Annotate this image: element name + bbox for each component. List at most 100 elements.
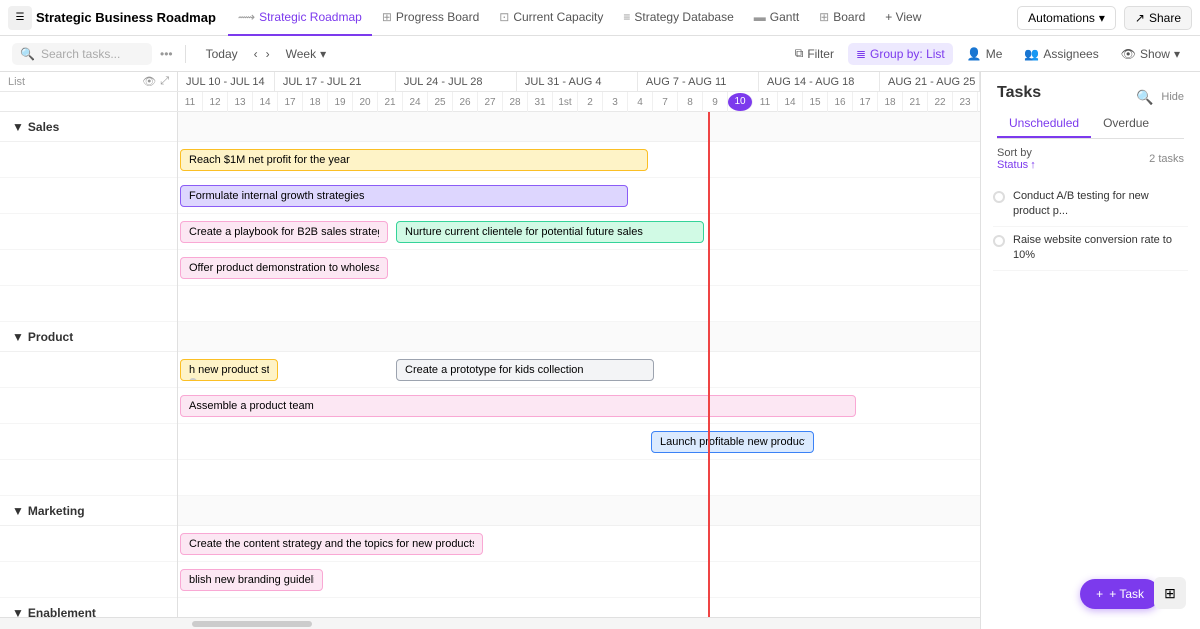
day-19: 19 xyxy=(328,92,353,112)
task-item-0[interactable]: Conduct A/B testing for new product p... xyxy=(993,183,1188,227)
tasks-title: Tasks xyxy=(997,84,1041,102)
group-label-marketing[interactable]: ▼ Marketing xyxy=(0,496,177,526)
gantt-row-reach-1m[interactable]: Reach $1M net profit for the year xyxy=(178,142,980,178)
tab-current-capacity[interactable]: ⊡ Current Capacity xyxy=(489,0,613,36)
bar-nurture[interactable]: Nurture current clientele for potential … xyxy=(396,221,704,243)
expand-icon[interactable]: ⤢ xyxy=(160,75,169,88)
search-input[interactable]: 🔍 Search tasks... xyxy=(12,43,152,65)
collapse-icon-marketing: ▼ xyxy=(12,504,24,518)
tab-strategic-roadmap[interactable]: ⟿ Strategic Roadmap xyxy=(228,0,372,36)
task-text-1: Raise website conversion rate to 10% xyxy=(1013,233,1188,264)
bar-playbook[interactable]: Create a playbook for B2B sales strategy xyxy=(180,221,388,243)
group-label-product[interactable]: ▼ Product xyxy=(0,322,177,352)
day-1st: 1st xyxy=(553,92,578,112)
day-21: 21 xyxy=(378,92,403,112)
tab-board[interactable]: ⊞ Board xyxy=(809,0,875,36)
task-radio-0[interactable] xyxy=(993,191,1005,203)
day-26: 26 xyxy=(453,92,478,112)
scroll-thumb[interactable] xyxy=(192,621,312,627)
tab-overdue[interactable]: Overdue xyxy=(1091,110,1161,138)
week-jul10: JUL 10 - JUL 14 xyxy=(178,72,275,91)
task-item-1[interactable]: Raise website conversion rate to 10% xyxy=(993,227,1188,271)
day-21b: 21 xyxy=(903,92,928,112)
week-button[interactable]: Week ▾ xyxy=(278,43,335,65)
bar-prototype[interactable]: Create a prototype for kids collection xyxy=(396,359,654,381)
group-by-button[interactable]: ≣ Group by: List xyxy=(848,43,953,65)
show-icon: 👁 xyxy=(1121,47,1136,61)
tab-strategy-database[interactable]: ≡ Strategy Database xyxy=(613,0,743,36)
show-button[interactable]: 👁 Show ▾ xyxy=(1113,43,1188,65)
task-label-formulate xyxy=(0,178,177,214)
bar-formulate[interactable]: Formulate internal growth strategies xyxy=(180,185,628,207)
group-label-sales[interactable]: ▼ Sales xyxy=(0,112,177,142)
ellipsis-icon[interactable]: ••• xyxy=(160,47,173,61)
gantt-marketing-header xyxy=(178,496,980,526)
board-icon: ⊞ xyxy=(819,10,829,24)
task-label-playbook xyxy=(0,214,177,250)
task-label-prototype xyxy=(0,388,177,424)
gantt-row-new-product[interactable]: h new product strate... Create a prototy… xyxy=(178,352,980,388)
bar-assemble[interactable]: Assemble a product team xyxy=(180,395,856,417)
sort-status-button[interactable]: Status ↑ xyxy=(997,159,1036,171)
eye-icon[interactable]: 👁 xyxy=(142,75,156,88)
week-aug14: AUG 14 - AUG 18 xyxy=(759,72,880,91)
day-16: 16 xyxy=(828,92,853,112)
collapse-icon-enablement: ▼ xyxy=(12,606,24,618)
tab-gantt[interactable]: ▬ Gantt xyxy=(744,0,809,36)
bar-launch[interactable]: Launch profitable new products wi... xyxy=(651,431,814,453)
bar-branding[interactable]: blish new branding guidelines f... xyxy=(180,569,323,591)
nav-left-icon[interactable]: ‹ xyxy=(254,47,258,61)
automations-button[interactable]: Automations ▾ xyxy=(1017,6,1116,30)
gantt-row-launch[interactable]: Launch profitable new products wi... xyxy=(178,424,980,460)
date-header-days: 11 12 13 14 17 18 19 20 21 24 25 26 27 2… xyxy=(0,92,980,112)
day-7: 7 xyxy=(653,92,678,112)
day-28: 28 xyxy=(503,92,528,112)
gantt-row-playbook[interactable]: Create a playbook for B2B sales strategy… xyxy=(178,214,980,250)
task-radio-1[interactable] xyxy=(993,235,1005,247)
bar-reach-1m[interactable]: Reach $1M net profit for the year xyxy=(180,149,648,171)
bar-new-product[interactable]: h new product strate... xyxy=(180,359,278,381)
tab-unscheduled[interactable]: Unscheduled xyxy=(997,110,1091,138)
gantt-row-content[interactable]: Create the content strategy and the topi… xyxy=(178,526,980,562)
nav-tabs: ⟿ Strategic Roadmap ⊞ Progress Board ⊡ C… xyxy=(228,0,932,36)
assignees-icon: 👥 xyxy=(1024,47,1039,61)
me-button[interactable]: 👤 Me xyxy=(959,43,1011,65)
bar-content[interactable]: Create the content strategy and the topi… xyxy=(180,533,483,555)
day-3: 3 xyxy=(603,92,628,112)
assignees-button[interactable]: 👥 Assignees xyxy=(1016,43,1106,65)
tasks-search-icon[interactable]: 🔍 xyxy=(1136,89,1153,106)
day-11b: 11 xyxy=(753,92,778,112)
nav-right: Automations ▾ ↗ Share xyxy=(1017,6,1192,30)
week-jul17: JUL 17 - JUL 21 xyxy=(275,72,396,91)
grid-icon: ⊞ xyxy=(1164,585,1176,602)
list-column-spacer xyxy=(0,92,178,111)
gantt-row-offer[interactable]: Offer product demonstration to wholesale… xyxy=(178,250,980,286)
tab-progress-board[interactable]: ⊞ Progress Board xyxy=(372,0,489,36)
tab-add-view[interactable]: + View xyxy=(875,0,931,36)
week-jul24: JUL 24 - JUL 28 xyxy=(396,72,517,91)
date-week-groups: JUL 10 - JUL 14 JUL 17 - JUL 21 JUL 24 -… xyxy=(178,72,980,91)
separator xyxy=(185,45,186,63)
day-17: 17 xyxy=(278,92,303,112)
add-task-button[interactable]: + + Task xyxy=(1080,579,1160,609)
share-button[interactable]: ↗ Share xyxy=(1124,6,1192,30)
day-18: 18 xyxy=(303,92,328,112)
group-label-enablement[interactable]: ▼ Enablement xyxy=(0,598,177,617)
grid-view-button[interactable]: ⊞ xyxy=(1154,577,1186,609)
top-navigation: ☰ Strategic Business Roadmap ⟿ Strategic… xyxy=(0,0,1200,36)
week-chevron-icon: ▾ xyxy=(320,47,326,61)
gantt-row-branding[interactable]: blish new branding guidelines f... xyxy=(178,562,980,598)
day-31: 31 xyxy=(528,92,553,112)
gantt-row-assemble[interactable]: Assemble a product team xyxy=(178,388,980,424)
nav-right-icon[interactable]: › xyxy=(266,47,270,61)
toolbar: 🔍 Search tasks... ••• Today ‹ › Week ▾ ⧉… xyxy=(0,36,1200,72)
filter-button[interactable]: ⧉ Filter xyxy=(787,42,842,65)
week-jul31: JUL 31 - AUG 4 xyxy=(517,72,638,91)
today-button[interactable]: Today xyxy=(198,43,246,65)
strategy-database-icon: ≡ xyxy=(623,10,630,24)
tasks-hide-button[interactable]: Hide xyxy=(1161,91,1184,103)
day-18: 18 xyxy=(878,92,903,112)
horizontal-scrollbar[interactable] xyxy=(0,617,980,629)
bar-offer[interactable]: Offer product demonstration to wholesale… xyxy=(180,257,388,279)
gantt-row-formulate[interactable]: Formulate internal growth strategies xyxy=(178,178,980,214)
